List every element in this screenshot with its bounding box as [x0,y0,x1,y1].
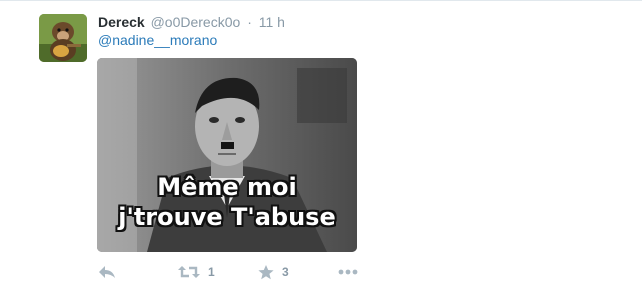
fullname[interactable]: Dereck [98,14,145,30]
favorite-count: 3 [282,265,289,279]
retweet-icon [178,265,200,279]
username[interactable]: @o0Dereck0o [151,14,241,30]
media-image[interactable]: Même moi j'trouve T'abuse [97,58,357,252]
more-dots-icon [338,269,358,275]
timestamp[interactable]: 11 h [259,14,285,30]
separator-dot: · [247,14,252,30]
meme-caption-line1: Même moi [157,173,297,201]
reply-button[interactable] [98,262,116,282]
tweet-text[interactable]: @nadine__morano [98,31,217,49]
retweet-count: 1 [208,265,215,279]
favorite-button[interactable]: 3 [258,262,289,282]
avatar[interactable] [39,14,87,62]
meme-caption-line2: j'trouve T'abuse [118,203,336,231]
tweet-actions: 1 3 [98,262,378,282]
star-icon [258,264,274,280]
retweet-button[interactable]: 1 [178,262,215,282]
more-button[interactable] [338,262,358,282]
tweet-header: Dereck @o0Dereck0o · 11 h [98,13,285,31]
reply-icon [98,265,116,279]
tweet: Dereck @o0Dereck0o · 11 h @nadine__moran… [0,0,642,295]
